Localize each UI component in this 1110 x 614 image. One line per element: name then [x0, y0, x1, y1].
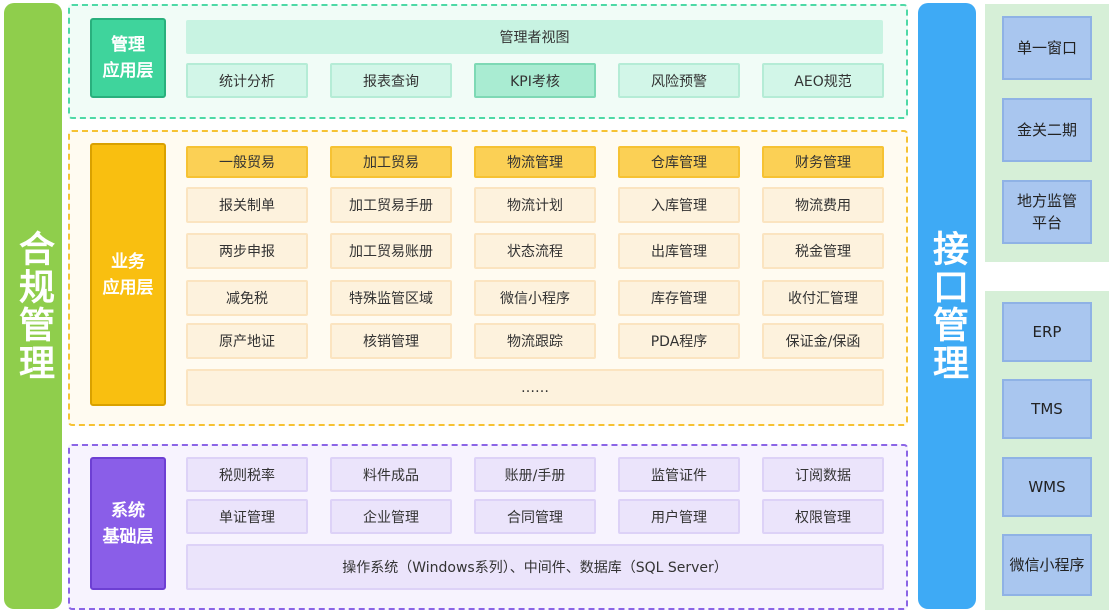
system-layer-label: 系统 基础层 [90, 457, 166, 590]
system-item: 监管证件 [618, 457, 740, 492]
business-item: 物流跟踪 [474, 323, 596, 359]
management-layer-label: 管理 应用层 [90, 18, 166, 98]
system-item: 权限管理 [762, 499, 884, 534]
system-item: 企业管理 [330, 499, 452, 534]
business-header-warehouse: 仓库管理 [618, 146, 740, 178]
business-item: 两步申报 [186, 233, 308, 269]
management-item-report-query: 报表查询 [330, 63, 452, 98]
system-item: 料件成品 [330, 457, 452, 492]
business-item: 保证金/保函 [762, 323, 884, 359]
business-header-processing-trade: 加工贸易 [330, 146, 452, 178]
business-item: PDA程序 [618, 323, 740, 359]
management-item-kpi: KPI考核 [474, 63, 596, 98]
business-item: 原产地证 [186, 323, 308, 359]
business-header-logistics: 物流管理 [474, 146, 596, 178]
business-item: 报关制单 [186, 187, 308, 223]
interface-single-window: 单一窗口 [1002, 16, 1092, 80]
business-item: 库存管理 [618, 280, 740, 316]
interface-management-bar: 接口管理 [918, 3, 976, 609]
interface-erp: ERP [1002, 302, 1092, 362]
business-layer-label: 业务 应用层 [90, 143, 166, 406]
system-label-line1: 系统 [111, 500, 145, 521]
management-item-aeo: AEO规范 [762, 63, 884, 98]
management-label-line1: 管理 [111, 35, 145, 55]
interface-wms: WMS [1002, 457, 1092, 517]
business-more-placeholder: …… [186, 369, 884, 406]
business-label-line2: 应用层 [102, 277, 154, 298]
business-item: 加工贸易账册 [330, 233, 452, 269]
business-item: 核销管理 [330, 323, 452, 359]
system-item: 税则税率 [186, 457, 308, 492]
business-item: 微信小程序 [474, 280, 596, 316]
system-item: 账册/手册 [474, 457, 596, 492]
compliance-management-label: 合规管理 [13, 230, 54, 382]
management-item-statistics: 统计分析 [186, 63, 308, 98]
business-header-finance: 财务管理 [762, 146, 884, 178]
business-item: 状态流程 [474, 233, 596, 269]
business-item: 加工贸易手册 [330, 187, 452, 223]
business-item: 税金管理 [762, 233, 884, 269]
business-label-line1: 业务 [111, 251, 145, 272]
system-label-line2: 基础层 [102, 526, 154, 547]
interface-wechat-miniprogram: 微信小程序 [1002, 534, 1092, 596]
business-item: 减免税 [186, 280, 308, 316]
system-item: 用户管理 [618, 499, 740, 534]
system-item: 合同管理 [474, 499, 596, 534]
business-item: 物流费用 [762, 187, 884, 223]
system-platform-footer: 操作系统（Windows系列）、中间件、数据库（SQL Server） [186, 544, 884, 590]
system-item: 订阅数据 [762, 457, 884, 492]
interface-golden-customs: 金关二期 [1002, 98, 1092, 162]
manager-view-header: 管理者视图 [186, 20, 883, 54]
compliance-management-bar: 合规管理 [4, 3, 62, 609]
management-item-risk-warning: 风险预警 [618, 63, 740, 98]
business-item: 收付汇管理 [762, 280, 884, 316]
business-item: 出库管理 [618, 233, 740, 269]
interface-local-regulatory: 地方监管平台 [1002, 180, 1092, 244]
business-item: 入库管理 [618, 187, 740, 223]
interface-tms: TMS [1002, 379, 1092, 439]
business-item: 特殊监管区域 [330, 280, 452, 316]
business-item: 物流计划 [474, 187, 596, 223]
business-header-general-trade: 一般贸易 [186, 146, 308, 178]
management-label-line2: 应用层 [102, 61, 154, 81]
system-item: 单证管理 [186, 499, 308, 534]
interface-management-label: 接口管理 [927, 230, 968, 382]
